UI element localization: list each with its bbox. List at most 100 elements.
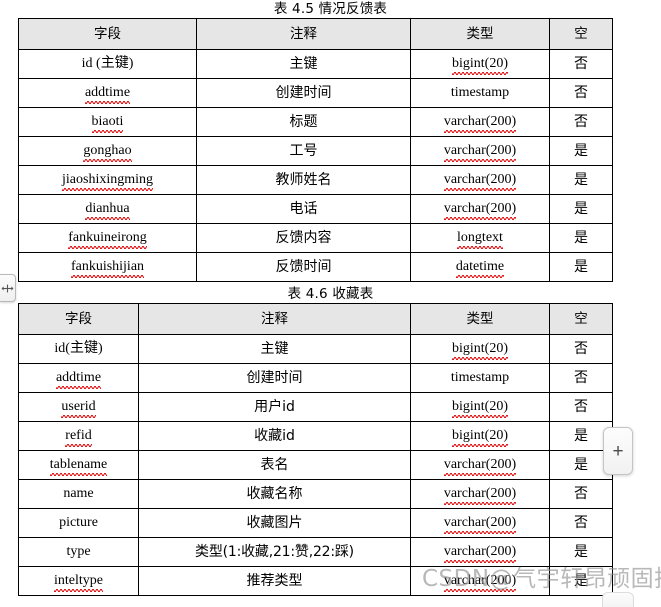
cell-comment: 教师姓名	[196, 165, 411, 195]
schema-table-4-5: 字段 注释 类型 空 id (主键) 主键 bigint(20) 否 addtime 创建…	[18, 18, 613, 282]
table-row: inteltype 推荐类型 varchar(200) 是	[18, 566, 613, 596]
cell-comment: 电话	[196, 194, 411, 224]
cell-type: datetime	[410, 252, 550, 282]
cell-field: inteltype	[18, 566, 139, 596]
cell-field: fankuishijian	[18, 252, 197, 282]
cell-field: dianhua	[18, 194, 197, 224]
cell-comment: 创建时间	[138, 363, 411, 393]
horizontal-resize-handle[interactable]	[0, 274, 16, 302]
cell-nullable: 否	[549, 334, 613, 364]
cell-type: timestamp	[410, 78, 550, 108]
cell-field: biaoti	[18, 107, 197, 137]
column-header-nullable: 空	[549, 303, 613, 335]
cell-type: bigint(20)	[410, 421, 550, 451]
cell-field: userid	[18, 392, 139, 422]
table-row: name 收藏名称 varchar(200) 否	[18, 479, 613, 509]
cell-type: bigint(20)	[410, 49, 550, 79]
cell-field: jiaoshixingming	[18, 165, 197, 195]
table-row: picture 收藏图片 varchar(200) 否	[18, 508, 613, 538]
cell-field: refid	[18, 421, 139, 451]
cell-nullable: 是	[549, 537, 613, 567]
cell-type: timestamp	[410, 363, 550, 393]
cell-nullable: 否	[549, 479, 613, 509]
cell-field: type	[18, 537, 139, 567]
plus-icon: +	[612, 440, 624, 462]
cell-field: name	[18, 479, 139, 509]
cell-field: id (主键)	[18, 49, 197, 79]
column-header-type: 类型	[410, 303, 550, 335]
cell-comment: 推荐类型	[138, 566, 411, 596]
cell-field: picture	[18, 508, 139, 538]
cell-comment: 标题	[196, 107, 411, 137]
cell-field: id(主键)	[18, 334, 139, 364]
cell-type: varchar(200)	[410, 194, 550, 224]
column-header-field: 字段	[18, 18, 197, 50]
cell-type: varchar(200)	[410, 165, 550, 195]
cell-comment: 表名	[138, 450, 411, 480]
cell-field: tablename	[18, 450, 139, 480]
cell-comment: 用户id	[138, 392, 411, 422]
cell-type: varchar(200)	[410, 508, 550, 538]
table-caption-4-5: 表 4.5 情况反馈表	[273, 1, 388, 17]
cell-nullable: 是	[549, 566, 613, 596]
cell-nullable: 是	[549, 136, 613, 166]
table-header-row: 字段 注释 类型 空	[18, 303, 613, 335]
cell-nullable: 否	[549, 78, 613, 108]
cell-type: bigint(20)	[410, 334, 550, 364]
cell-comment: 反馈内容	[196, 223, 411, 253]
cell-nullable: 否	[549, 392, 613, 422]
cell-comment: 收藏名称	[138, 479, 411, 509]
cell-field: fankuineirong	[18, 223, 197, 253]
table-row: addtime 创建时间 timestamp 否	[18, 78, 613, 108]
cell-comment: 收藏id	[138, 421, 411, 451]
cell-nullable: 否	[549, 363, 613, 393]
cell-comment: 主键	[138, 334, 411, 364]
cell-type: bigint(20)	[410, 392, 550, 422]
cell-type: varchar(200)	[410, 566, 550, 596]
cell-nullable: 是	[549, 165, 613, 195]
horizontal-resize-icon	[1, 283, 14, 294]
table-row: type 类型(1:收藏,21:赞,22:踩) varchar(200) 是	[18, 537, 613, 567]
table-row: userid 用户id bigint(20) 否	[18, 392, 613, 422]
table-row: tablename 表名 varchar(200) 是	[18, 450, 613, 480]
table-row: id (主键) 主键 bigint(20) 否	[18, 49, 613, 79]
cell-type: varchar(200)	[410, 479, 550, 509]
table-row: fankuineirong 反馈内容 longtext 是	[18, 223, 613, 253]
cell-field: addtime	[18, 363, 139, 393]
cell-type: varchar(200)	[410, 537, 550, 567]
cell-nullable: 否	[549, 508, 613, 538]
cell-field: gonghao	[18, 136, 197, 166]
cell-nullable: 是	[549, 194, 613, 224]
cell-type: varchar(200)	[410, 450, 550, 480]
add-button[interactable]: +	[603, 427, 633, 475]
column-header-comment: 注释	[196, 18, 411, 50]
cell-nullable: 是	[549, 223, 613, 253]
table-header-row: 字段 注释 类型 空	[18, 18, 613, 50]
cell-comment: 主键	[196, 49, 411, 79]
cell-field: addtime	[18, 78, 197, 108]
cell-type: varchar(200)	[410, 107, 550, 137]
cell-type: longtext	[410, 223, 550, 253]
column-header-field: 字段	[18, 303, 139, 335]
cell-comment: 创建时间	[196, 78, 411, 108]
document-page: 表 4.5 情况反馈表 字段 注释 类型 空 id (主键) 主键 bigint(2…	[0, 0, 661, 607]
table-row: refid 收藏id bigint(20) 是	[18, 421, 613, 451]
table-row: biaoti 标题 varchar(200) 否	[18, 107, 613, 137]
table-row: fankuishijian 反馈时间 datetime 是	[18, 252, 613, 282]
table-row: dianhua 电话 varchar(200) 是	[18, 194, 613, 224]
cell-comment: 类型(1:收藏,21:赞,22:踩)	[138, 537, 411, 567]
table-caption-4-6: 表 4.6 收藏表	[287, 286, 374, 302]
schema-table-4-6: 字段 注释 类型 空 id(主键) 主键 bigint(20) 否 addtime 创建时…	[18, 303, 613, 596]
table-row: jiaoshixingming 教师姓名 varchar(200) 是	[18, 165, 613, 195]
cell-nullable: 否	[549, 107, 613, 137]
cell-comment: 收藏图片	[138, 508, 411, 538]
table-row: id(主键) 主键 bigint(20) 否	[18, 334, 613, 364]
table-body-4-5: id (主键) 主键 bigint(20) 否 addtime 创建时间 timestamp…	[18, 49, 613, 282]
table-row: gonghao 工号 varchar(200) 是	[18, 136, 613, 166]
column-header-comment: 注释	[138, 303, 411, 335]
column-header-nullable: 空	[549, 18, 613, 50]
table-row: addtime 创建时间 timestamp 否	[18, 363, 613, 393]
cell-type: varchar(200)	[410, 136, 550, 166]
cell-comment: 工号	[196, 136, 411, 166]
column-header-type: 类型	[410, 18, 550, 50]
